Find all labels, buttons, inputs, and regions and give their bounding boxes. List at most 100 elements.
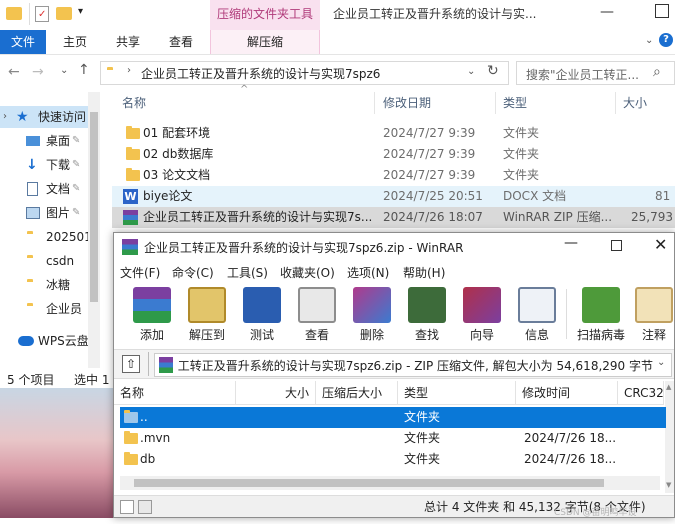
nav-label: WPS云盘 — [38, 334, 89, 348]
nav-item-documents[interactable]: 文档 ✎ — [0, 178, 100, 200]
nav-item-folder-202501[interactable]: 202501 — [0, 226, 100, 248]
menu-file[interactable]: 文件(F) — [120, 264, 160, 281]
column-header-date[interactable]: 修改日期 — [383, 92, 493, 114]
archive-entry-name: db — [140, 452, 156, 466]
help-icon[interactable]: ? — [659, 33, 673, 47]
column-header-size[interactable]: 大小 — [623, 92, 673, 114]
winrar-window: 企业员工转正及晋升系统的设计与实现7spz6.zip - WinRAR — ✕ … — [113, 232, 675, 518]
wizard-button[interactable]: 向导 — [457, 285, 507, 343]
archive-path-field[interactable]: 企业员工转正及晋升系统的设计与实现7spz6.zip - ZIP 压缩文件, 解… — [154, 353, 672, 377]
tab-extract[interactable]: 解压缩 — [210, 30, 320, 54]
scan-virus-button[interactable]: 扫描病毒 — [572, 285, 630, 343]
up-one-level-icon[interactable]: ⇧ — [122, 355, 140, 373]
column-header-name[interactable]: 名称 — [122, 92, 372, 114]
test-icon — [243, 287, 281, 323]
test-button[interactable]: 测试 — [237, 285, 287, 343]
forward-icon[interactable]: → — [32, 64, 44, 80]
address-dropdown-icon[interactable]: ⌄ — [467, 66, 475, 77]
file-row[interactable]: W biye论文 2024/7/25 20:51 DOCX 文档 81 — [112, 186, 675, 207]
new-folder-icon[interactable] — [56, 7, 72, 20]
nav-label: 图片 — [46, 206, 71, 220]
nav-scrollbar[interactable] — [88, 92, 100, 368]
file-row[interactable]: 02 db数据库 2024/7/27 9:39 文件夹 — [112, 144, 675, 165]
winrar-menu-bar: 文件(F) 命令(C) 工具(S) 收藏夹(O) 选项(N) 帮助(H) — [114, 261, 674, 283]
file-name: biye论文 — [143, 189, 193, 203]
minimize-icon[interactable]: — — [564, 235, 578, 251]
nav-item-folder-bingtang[interactable]: 冰糖 — [0, 274, 100, 296]
column-header-name[interactable]: 名称 — [114, 381, 236, 405]
nav-label: 快速访问 — [38, 110, 87, 124]
archive-row-selected[interactable]: .. 文件夹 — [120, 407, 666, 428]
menu-help[interactable]: 帮助(H) — [403, 264, 445, 281]
breadcrumb-chevron-icon[interactable]: › — [127, 65, 131, 76]
close-icon[interactable]: ✕ — [654, 235, 667, 254]
nav-item-desktop[interactable]: 桌面 ✎ — [0, 130, 100, 152]
tab-home[interactable]: 主页 — [50, 30, 100, 54]
back-icon[interactable]: ← — [8, 64, 20, 80]
info-button[interactable]: 信息 — [512, 285, 562, 343]
compressed-tools-context-tab[interactable]: 压缩的文件夹工具 — [210, 0, 320, 30]
column-header-size[interactable]: 大小 — [236, 381, 316, 405]
nav-item-quick-access[interactable]: › ★ 快速访问 — [0, 106, 100, 128]
up-icon[interactable]: ↑ — [78, 62, 90, 78]
file-date: 2024/7/26 18:07 — [383, 210, 483, 224]
nav-item-folder-qiye[interactable]: 企业员 — [0, 298, 100, 320]
nav-item-downloads[interactable]: ↓ 下载 ✎ — [0, 154, 100, 176]
horizontal-scrollbar[interactable] — [120, 476, 660, 490]
nav-item-folder-csdn[interactable]: csdn — [0, 250, 100, 272]
view-button[interactable]: 查看 — [292, 285, 342, 343]
tab-share[interactable]: 共享 — [103, 30, 153, 54]
ribbon-expand-icon[interactable]: ⌄ — [645, 35, 653, 46]
recent-locations-icon[interactable]: ⌄ — [60, 65, 68, 76]
file-row[interactable]: 03 论文文档 2024/7/27 9:39 文件夹 — [112, 165, 675, 186]
search-icon[interactable]: ⌕ — [653, 64, 661, 80]
lock-icon — [120, 500, 134, 514]
desktop-wallpaper — [0, 388, 115, 518]
add-button[interactable]: 添加 — [127, 285, 177, 343]
column-header-type[interactable]: 类型 — [398, 381, 516, 405]
comment-button[interactable]: 注释 — [634, 285, 674, 343]
maximize-icon[interactable] — [611, 240, 622, 251]
file-row[interactable]: 01 配套环境 2024/7/27 9:39 文件夹 — [112, 123, 675, 144]
navigation-pane: › ★ 快速访问 桌面 ✎ ↓ 下载 ✎ 文档 ✎ 图片 ✎ 202501 cs… — [0, 92, 100, 372]
nav-scrollbar-thumb[interactable] — [90, 112, 98, 302]
delete-button[interactable]: 删除 — [347, 285, 397, 343]
find-button[interactable]: 查找 — [402, 285, 452, 343]
nav-item-wps-cloud[interactable]: WPS云盘 — [0, 330, 100, 352]
column-header-packed[interactable]: 压缩后大小 — [316, 381, 398, 405]
expand-arrow-icon[interactable]: › — [3, 106, 7, 128]
menu-favorites[interactable]: 收藏夹(O) — [280, 264, 335, 281]
column-header-crc32[interactable]: CRC32 — [618, 381, 664, 405]
address-path: 企业员工转正及晋升系统的设计与实现7spz6 — [141, 67, 381, 81]
horizontal-scrollbar-thumb[interactable] — [134, 479, 604, 487]
scroll-up-icon[interactable]: ▲ — [666, 383, 671, 391]
menu-commands[interactable]: 命令(C) — [172, 264, 214, 281]
customize-toolbar-icon[interactable]: ▾ — [78, 6, 83, 17]
refresh-icon[interactable]: ↻ — [487, 63, 499, 79]
file-type: WinRAR ZIP 压缩... — [503, 210, 613, 224]
maximize-icon[interactable] — [655, 4, 669, 18]
pictures-icon — [26, 207, 40, 219]
extract-to-button[interactable]: 解压到 — [182, 285, 232, 343]
properties-icon[interactable]: ✓ — [35, 6, 49, 22]
menu-options[interactable]: 选项(N) — [347, 264, 389, 281]
column-header-modified[interactable]: 修改时间 — [516, 381, 618, 405]
archive-row[interactable]: .mvn 文件夹 2024/7/26 18... — [120, 428, 666, 449]
list-scrollbar[interactable]: ▲ ▼ — [665, 381, 674, 493]
document-icon — [27, 182, 38, 196]
scroll-down-icon[interactable]: ▼ — [666, 481, 671, 489]
address-bar[interactable]: › 企业员工转正及晋升系统的设计与实现7spz6 ⌄ ↻ — [100, 61, 509, 85]
archive-row[interactable]: db 文件夹 2024/7/26 18... — [120, 449, 666, 470]
menu-tools[interactable]: 工具(S) — [227, 264, 268, 281]
file-row-selected[interactable]: 企业员工转正及晋升系统的设计与实现7s... 2024/7/26 18:07 W… — [112, 207, 675, 228]
file-date: 2024/7/27 9:39 — [383, 126, 476, 140]
nav-item-pictures[interactable]: 图片 ✎ — [0, 202, 100, 224]
path-dropdown-icon[interactable]: ⌄ — [657, 357, 665, 368]
minimize-icon[interactable]: — — [600, 4, 614, 20]
search-input[interactable]: 搜索"企业员工转正... — [526, 66, 639, 83]
tab-file[interactable]: 文件 — [0, 30, 46, 54]
column-header-type[interactable]: 类型 — [503, 92, 613, 114]
tab-view[interactable]: 查看 — [156, 30, 206, 54]
pin-icon: ✎ — [72, 183, 81, 194]
search-box[interactable]: 搜索"企业员工转正... ⌕ — [516, 61, 675, 85]
